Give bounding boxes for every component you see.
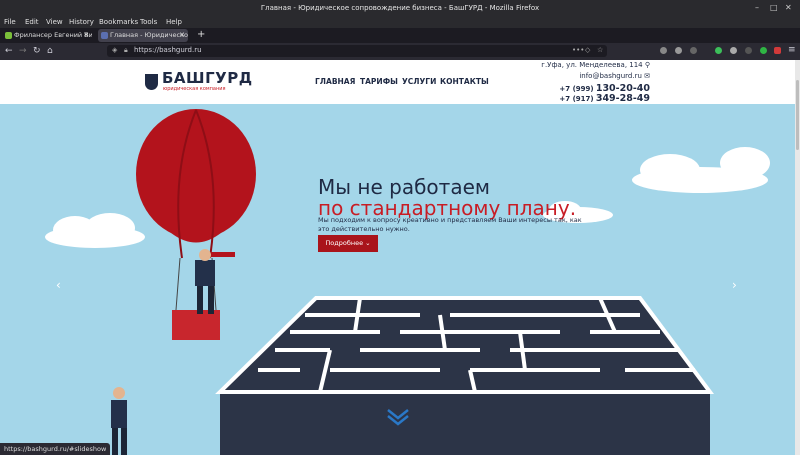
tab-close-icon[interactable]: ✕: [83, 29, 89, 42]
location-pin-icon: ⚲: [644, 61, 650, 69]
cloud-right-puff: [720, 147, 770, 179]
reader-icon[interactable]: [690, 47, 697, 54]
menu-bookmarks[interactable]: Bookmarks: [99, 18, 138, 26]
nav-home[interactable]: ГЛАВНАЯ: [315, 77, 355, 86]
maze-top: [220, 298, 710, 392]
tab-label: Фрилансер Евгений Ви: [14, 31, 92, 39]
tab-close-icon[interactable]: ✕: [179, 29, 185, 42]
library-icon[interactable]: [660, 47, 667, 54]
more-icon[interactable]: •••: [572, 46, 584, 54]
standing-man-leg: [112, 428, 118, 455]
pocket-icon[interactable]: ◇: [585, 46, 590, 54]
balloon-bottom: [150, 210, 242, 243]
tab-label: Главная - Юридическое: [110, 31, 188, 39]
site-header: БАШГУРД юридическая компания ГЛАВНАЯ ТАР…: [0, 60, 795, 104]
menu-help[interactable]: Help: [166, 18, 182, 26]
phone-2[interactable]: +7 (917) 349-28-49: [559, 93, 650, 104]
balloon-rope: [175, 257, 181, 311]
more-button-label: Подробнее: [325, 239, 364, 247]
menu-edit[interactable]: Edit: [25, 18, 39, 26]
maximize-icon[interactable]: □: [770, 3, 778, 12]
maze-front: [220, 392, 710, 455]
bashgurd-favicon-icon: [101, 32, 108, 39]
balloon-basket: [172, 310, 220, 340]
page-viewport: БАШГУРД юридическая компания ГЛАВНАЯ ТАР…: [0, 60, 795, 455]
reload-icon[interactable]: ↻: [33, 46, 41, 56]
more-button[interactable]: Подробнее ⌄: [318, 235, 378, 252]
envelope-icon: ✉: [644, 72, 650, 80]
shield-icon[interactable]: ◈: [112, 46, 117, 54]
phone-code: +7 (999): [559, 85, 594, 93]
cloud-left-puff: [85, 213, 135, 243]
menu-tools[interactable]: Tools: [140, 18, 157, 26]
forward-icon[interactable]: →: [19, 46, 27, 56]
new-tab-icon[interactable]: +: [197, 29, 205, 40]
nav-services[interactable]: УСЛУГИ: [402, 77, 436, 86]
home-icon[interactable]: ⌂: [47, 46, 53, 56]
standing-man-body: [111, 400, 127, 428]
logo-tagline: юридическая компания: [163, 86, 226, 92]
lock-icon[interactable]: 🔒︎: [124, 46, 128, 55]
phone-number[interactable]: 349-28-49: [596, 93, 650, 104]
menu-history[interactable]: History: [69, 18, 94, 26]
chevron-down-icon: ⌄: [365, 239, 371, 247]
cloud-right-puff: [640, 154, 700, 186]
minimize-icon[interactable]: –: [755, 3, 759, 12]
menu-view[interactable]: View: [46, 18, 63, 26]
hero-illustration: [45, 109, 770, 455]
telescope: [211, 252, 235, 257]
hero-description: Мы подходим к вопросу креативно и предст…: [318, 216, 582, 233]
url-text[interactable]: https://bashgurd.ru: [134, 46, 202, 54]
standing-man-head: [113, 387, 125, 399]
whatsapp-icon[interactable]: [760, 47, 767, 54]
logo-shield-icon[interactable]: [145, 74, 158, 90]
url-bar[interactable]: ◈ 🔒︎ https://bashgurd.ru ••• ◇ ☆: [107, 45, 607, 57]
standing-man-leg: [121, 428, 127, 455]
phone-code: +7 (917): [559, 95, 594, 103]
tab-freelancer[interactable]: Фрилансер Евгений Ви ✕: [2, 29, 92, 42]
balloon-man-leg: [197, 286, 203, 314]
balloon-man-leg: [208, 286, 214, 314]
nav-contacts[interactable]: КОНТАКТЫ: [440, 77, 489, 86]
extension-shield-icon[interactable]: [715, 47, 722, 54]
page-scrollbar-thumb[interactable]: [796, 80, 799, 150]
window-title: Главная - Юридическое сопровождение бизн…: [260, 4, 540, 12]
extension-icon[interactable]: [745, 47, 752, 54]
email-text[interactable]: info@bashgurd.ru: [579, 72, 642, 80]
nav-tariffs[interactable]: ТАРИФЫ: [360, 77, 398, 86]
status-bar: https://bashgurd.ru/#slideshow: [0, 443, 111, 455]
menu-hamburger-icon[interactable]: ≡: [788, 45, 796, 55]
menu-file[interactable]: File: [4, 18, 16, 26]
slider-prev-arrow[interactable]: ‹: [56, 278, 61, 292]
balloon-man-body: [195, 260, 215, 286]
window-titlebar: Главная - Юридическое сопровождение бизн…: [0, 0, 800, 16]
freelancer-favicon-icon: [5, 32, 12, 39]
address-text: г.Уфа, ул. Менделеева, 114: [541, 61, 643, 69]
slider-next-arrow[interactable]: ›: [732, 278, 737, 292]
logo-name[interactable]: БАШГУРД: [162, 69, 253, 87]
close-icon[interactable]: ✕: [785, 3, 792, 12]
address: г.Уфа, ул. Менделеева, 114 ⚲: [541, 61, 650, 69]
sidebar-icon[interactable]: [675, 47, 682, 54]
menu-bar: File Edit View History Bookmarks Tools H…: [0, 16, 800, 28]
extension-red-icon[interactable]: [774, 47, 781, 54]
tab-bashgurd[interactable]: Главная - Юридическое ✕: [98, 29, 188, 42]
balloon-man-head: [199, 249, 211, 261]
email[interactable]: info@bashgurd.ru ✉: [579, 72, 650, 80]
extension-icon[interactable]: [730, 47, 737, 54]
back-icon[interactable]: ←: [5, 46, 13, 56]
tab-bar: Фрилансер Евгений Ви ✕ Главная - Юридиче…: [0, 28, 800, 43]
bookmark-star-icon[interactable]: ☆: [597, 46, 603, 54]
